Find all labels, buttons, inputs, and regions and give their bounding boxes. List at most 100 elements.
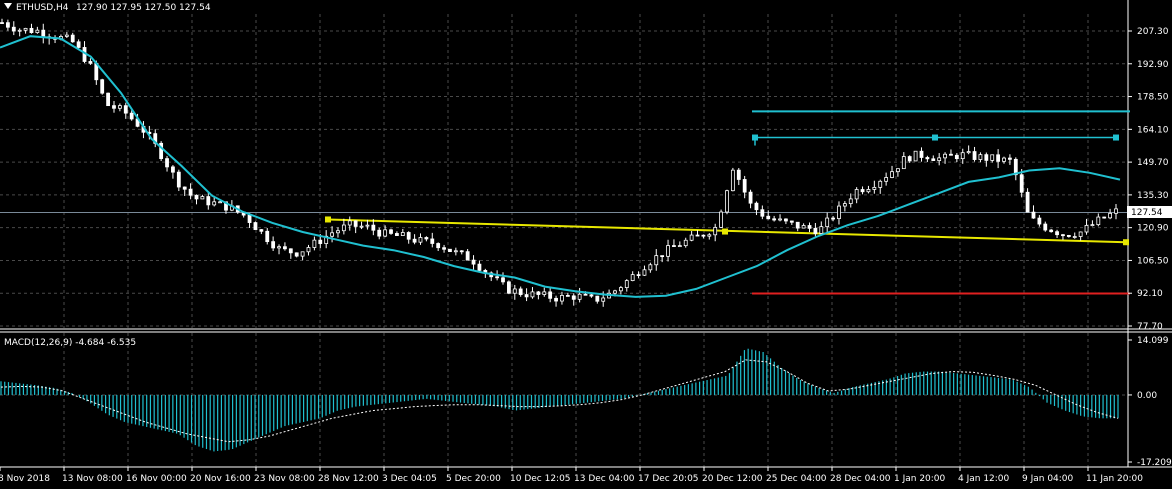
candle-body xyxy=(288,248,293,254)
candle-body xyxy=(294,252,299,257)
candle-body xyxy=(1084,225,1089,233)
chart-dropdown-icon[interactable] xyxy=(4,3,12,9)
candle-body xyxy=(1072,236,1077,238)
candle-body xyxy=(218,201,222,204)
candle-body xyxy=(772,218,777,221)
candle-body xyxy=(554,297,558,302)
time-tick-label: 23 Nov 08:00 xyxy=(254,474,315,484)
candle-body xyxy=(937,157,942,161)
candle-body xyxy=(890,171,894,178)
candle-body xyxy=(477,263,482,271)
candle-body xyxy=(182,186,187,190)
candle-body xyxy=(730,169,735,192)
candle-body xyxy=(695,234,700,237)
candle-body xyxy=(943,153,947,159)
candle-body xyxy=(689,234,694,241)
candle-body xyxy=(837,205,841,219)
candle-body xyxy=(1066,234,1071,237)
candle-body xyxy=(577,293,582,300)
candle-body xyxy=(306,247,311,253)
candle-body xyxy=(725,190,729,213)
chart-frame xyxy=(0,0,1172,468)
candle-body xyxy=(206,196,211,206)
candle-body xyxy=(754,202,759,211)
candle-body xyxy=(984,154,989,161)
candle-body xyxy=(11,26,16,32)
candle-body xyxy=(854,189,859,200)
candle-body xyxy=(925,157,930,160)
trendline-anchor xyxy=(1123,239,1129,246)
candle-body xyxy=(41,29,46,38)
candle-body xyxy=(1025,191,1030,213)
candle-body xyxy=(966,151,971,154)
symbol-label: ETHUSD,H4 xyxy=(16,3,69,13)
candle-body xyxy=(117,105,122,109)
candle-body xyxy=(618,287,623,292)
candle-body xyxy=(188,188,193,196)
time-tick-label: 3 Dec 04:05 xyxy=(382,474,437,484)
candle-body xyxy=(601,297,606,302)
candle-body xyxy=(919,150,924,158)
candle-body xyxy=(318,239,323,244)
candle-body xyxy=(0,22,4,24)
candle-body xyxy=(283,246,287,250)
candle-body xyxy=(506,281,511,294)
time-tick-label: 25 Dec 04:00 xyxy=(766,474,827,484)
candle-body xyxy=(589,294,594,297)
candle-body xyxy=(1049,229,1054,233)
candle-body xyxy=(548,291,553,299)
candle-body xyxy=(707,234,712,237)
candle-body xyxy=(648,264,653,271)
candle-body xyxy=(176,171,181,188)
candle-body xyxy=(418,237,423,243)
macd-label: MACD(12,26,9) -4.684 -6.535 xyxy=(4,338,136,348)
candle-body xyxy=(813,227,818,234)
macd-indicator xyxy=(0,348,1119,452)
price-tick-label: 192.90 xyxy=(1137,60,1169,70)
price-tick-label: 135.30 xyxy=(1137,191,1169,201)
candle-body xyxy=(742,179,747,193)
candle-body xyxy=(954,154,959,160)
candle-body xyxy=(848,198,853,205)
candle-body xyxy=(365,224,370,227)
trendline-anchor xyxy=(325,216,331,223)
candle-body xyxy=(1019,174,1024,193)
candle-body xyxy=(701,234,706,237)
candle-body xyxy=(907,156,912,162)
candle-body xyxy=(630,274,635,282)
candle-body xyxy=(666,245,670,257)
candle-body xyxy=(565,295,570,297)
candle-body xyxy=(807,225,812,229)
candle-body xyxy=(212,201,217,206)
resistance-anchor xyxy=(932,134,938,141)
price-tick-label: 164.10 xyxy=(1137,125,1169,135)
candle-body xyxy=(960,152,965,160)
candle-body xyxy=(760,209,765,217)
candle-body xyxy=(819,226,824,234)
time-tick-label: 9 Jan 04:00 xyxy=(1022,474,1074,484)
candle-body xyxy=(171,166,175,173)
candle-body xyxy=(1002,157,1006,162)
time-tick-label: 13 Dec 04:00 xyxy=(574,474,635,484)
candle-body xyxy=(23,27,28,31)
candle-body xyxy=(913,150,918,162)
time-tick-label: 10 Dec 12:05 xyxy=(510,474,571,484)
macd-tick-label: 14.099 xyxy=(1137,336,1169,346)
current-price-value: 127.54 xyxy=(1131,208,1163,218)
price-tick-label: 178.50 xyxy=(1137,93,1169,103)
candle-body xyxy=(683,239,688,247)
candle-body xyxy=(901,156,906,170)
candle-body xyxy=(453,250,458,253)
candle-body xyxy=(795,221,800,229)
candle-body xyxy=(64,34,69,37)
trendline-anchor xyxy=(722,228,728,235)
candle-body xyxy=(271,241,276,249)
candle-body xyxy=(778,218,782,221)
candle-body xyxy=(518,288,523,295)
candle-body xyxy=(277,246,281,249)
candle-body xyxy=(459,250,464,253)
candle-body xyxy=(29,27,34,34)
price-tick-label: 207.30 xyxy=(1137,27,1169,37)
candle-body xyxy=(996,154,1001,162)
candle-body xyxy=(801,225,806,229)
